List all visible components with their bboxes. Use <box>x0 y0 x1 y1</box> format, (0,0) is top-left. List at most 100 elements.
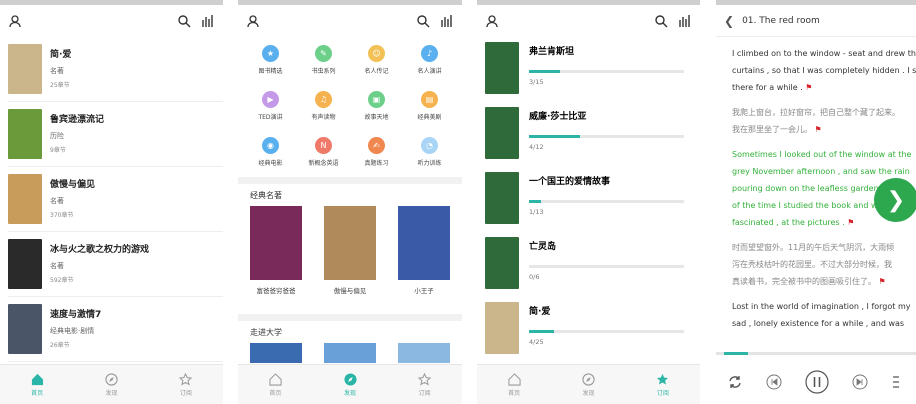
pause-icon[interactable] <box>805 370 829 394</box>
compass-icon <box>582 372 595 386</box>
book-cover <box>398 206 450 280</box>
user-icon[interactable] <box>8 14 22 28</box>
subscription-row[interactable]: 威廉·莎士比亚 4/12 <box>477 102 700 167</box>
tab-label: 首页 <box>508 389 521 397</box>
search-icon[interactable] <box>177 14 191 28</box>
next-icon[interactable] <box>852 374 868 390</box>
category-item[interactable]: ☺ 名人传记 <box>350 45 403 83</box>
category-icon: ♪ <box>421 45 438 62</box>
home-screen: 简·爱 名著 25章节 鲁宾逊漂流记 历险 9章节傲慢与偏见 名著 370章节冰与火之歌之权力… <box>0 0 223 404</box>
tab-home[interactable]: 首页 <box>477 365 551 404</box>
tab-label: 订阅 <box>418 389 431 397</box>
category-label: 名人演讲 <box>417 68 442 75</box>
book-row[interactable]: 傲慢与偏见 名著 370章节 <box>8 167 223 232</box>
more-icon[interactable] <box>891 374 901 390</box>
book-cover[interactable] <box>324 343 376 363</box>
tab-discover[interactable]: 发现 <box>74 365 148 404</box>
category-item[interactable]: ◔ 听力训练 <box>403 137 456 175</box>
book-cover[interactable] <box>250 343 302 363</box>
classic-book[interactable]: 傲慢与偏见 <box>324 206 376 295</box>
book-row[interactable]: 速度与激情7 经典电影·剧情 26章节 <box>8 297 223 362</box>
compass-icon <box>343 372 357 386</box>
bookmark-flag-icon[interactable]: ⚑ <box>845 218 854 227</box>
user-icon[interactable] <box>485 14 499 28</box>
category-item[interactable]: ▤ 经典美剧 <box>403 91 456 129</box>
book-info: 威廉·莎士比亚 4/12 <box>529 107 700 151</box>
search-icon[interactable] <box>654 14 668 28</box>
repeat-icon[interactable] <box>727 374 743 390</box>
paragraph[interactable]: 时而望望窗外。11月的午后天气阴沉，大雨倾 泻在秃枝枯叶的花园里。不过大部分时候，… <box>732 239 916 290</box>
book-genre: 经典电影·剧情 <box>50 327 95 335</box>
audio-bars-icon[interactable] <box>678 14 692 28</box>
classic-book[interactable]: 富爸爸穷爸爸 <box>250 206 302 295</box>
previous-icon[interactable] <box>766 374 782 390</box>
category-icon: ✎ <box>315 45 332 62</box>
category-item[interactable]: ✍ 真题练习 <box>350 137 403 175</box>
book-genre: 名著 <box>50 262 64 270</box>
user-icon[interactable] <box>246 14 260 28</box>
progress-bar <box>529 330 684 333</box>
category-item[interactable]: ♫ 有声读物 <box>297 91 350 129</box>
category-item[interactable]: ✎ 书虫系列 <box>297 45 350 83</box>
top-bar <box>238 5 462 37</box>
book-title: 小王子 <box>414 287 434 295</box>
tab-label: 发现 <box>582 389 595 397</box>
next-chapter-button[interactable]: ❯ <box>874 178 916 222</box>
paragraph[interactable]: 我爬上窗台，拉好窗帘，把自己整个藏了起来。 我在那里坐了一会儿。 ⚑ <box>732 104 916 138</box>
category-item[interactable]: ▶ TED演讲 <box>244 91 297 129</box>
book-chapters: 26章节 <box>50 342 70 349</box>
bookmark-flag-icon[interactable]: ⚑ <box>812 125 822 134</box>
tab-discover[interactable]: 发现 <box>551 365 625 404</box>
classics-section: 经典名著 富爸爸穷爸爸 傲慢与偏见 小王子 <box>238 184 462 314</box>
tab-subscribe[interactable]: 订阅 <box>387 365 462 404</box>
bookmark-flag-icon[interactable]: ⚑ <box>803 83 812 92</box>
tab-home[interactable]: 首页 <box>0 365 74 404</box>
progress-fill <box>529 70 560 73</box>
book-chapters: 25章节 <box>50 82 70 89</box>
book-row[interactable]: 冰与火之歌之权力的游戏 名著 592章节 <box>8 232 223 297</box>
progress-track[interactable] <box>716 352 916 355</box>
category-item[interactable]: ♪ 名人演讲 <box>403 45 456 83</box>
text-line: Sometimes I looked out of the window at … <box>732 150 912 159</box>
search-icon[interactable] <box>416 14 430 28</box>
subscription-row[interactable]: 弗兰肯斯坦 3/15 <box>477 37 700 102</box>
paragraph[interactable]: Lost in the world of imagination , I for… <box>732 298 916 332</box>
tab-bar: 首页 发现 订阅 <box>477 364 700 404</box>
classic-book[interactable]: 小王子 <box>398 206 450 295</box>
subscription-row[interactable]: 亡灵岛 0/6 <box>477 232 700 297</box>
category-item[interactable]: ▣ 故事天地 <box>350 91 403 129</box>
tab-subscribe[interactable]: 订阅 <box>149 365 223 404</box>
category-label: 图书精选 <box>258 68 283 75</box>
category-label: 书虫系列 <box>311 68 336 75</box>
text-line: 我爬上窗台，拉好窗帘，把自己整个藏了起来。 <box>732 108 900 117</box>
text-line: Lost in the world of imagination , I for… <box>732 302 911 311</box>
subscription-row[interactable]: 一个国王的爱情故事 1/13 <box>477 167 700 232</box>
book-info: 傲慢与偏见 名著 370章节 <box>50 174 95 219</box>
book-cover <box>324 206 376 280</box>
subscription-list: 弗兰肯斯坦 3/15 威廉·莎士比亚 4/12 一个国王的爱情故事 1/13 亡灵岛 0/6 简… <box>477 37 700 362</box>
category-icon: ▤ <box>421 91 438 108</box>
top-bar <box>0 5 223 37</box>
bookmark-flag-icon[interactable]: ⚑ <box>876 277 886 286</box>
tab-home[interactable]: 首页 <box>238 365 313 404</box>
book-cover <box>485 172 519 224</box>
book-cover[interactable] <box>398 343 450 363</box>
text-line: there for a while . <box>732 83 803 92</box>
book-cover <box>8 109 42 159</box>
subscription-row[interactable]: 简·爱 4/25 <box>477 297 700 362</box>
book-row[interactable]: 简·爱 名著 25章节 <box>8 37 223 102</box>
audio-bars-icon[interactable] <box>440 14 454 28</box>
category-item[interactable]: N 新概念英语 <box>297 137 350 175</box>
tab-discover[interactable]: 发现 <box>313 365 388 404</box>
subscribe-screen: 弗兰肯斯坦 3/15 威廉·莎士比亚 4/12 一个国王的爱情故事 1/13 亡灵岛 0/6 简… <box>477 0 700 404</box>
book-cover <box>8 44 42 94</box>
tab-subscribe[interactable]: 订阅 <box>626 365 700 404</box>
category-item[interactable]: ★ 图书精选 <box>244 45 297 83</box>
book-row[interactable]: 鲁宾逊漂流记 历险 9章节 <box>8 102 223 167</box>
category-item[interactable]: ◉ 经典电影 <box>244 137 297 175</box>
home-icon <box>31 373 43 385</box>
audio-bars-icon[interactable] <box>201 14 215 28</box>
paragraph[interactable]: I climbed on to the window - seat and dr… <box>732 45 916 96</box>
back-icon[interactable]: ❮ <box>724 14 734 28</box>
star-icon <box>179 372 193 386</box>
